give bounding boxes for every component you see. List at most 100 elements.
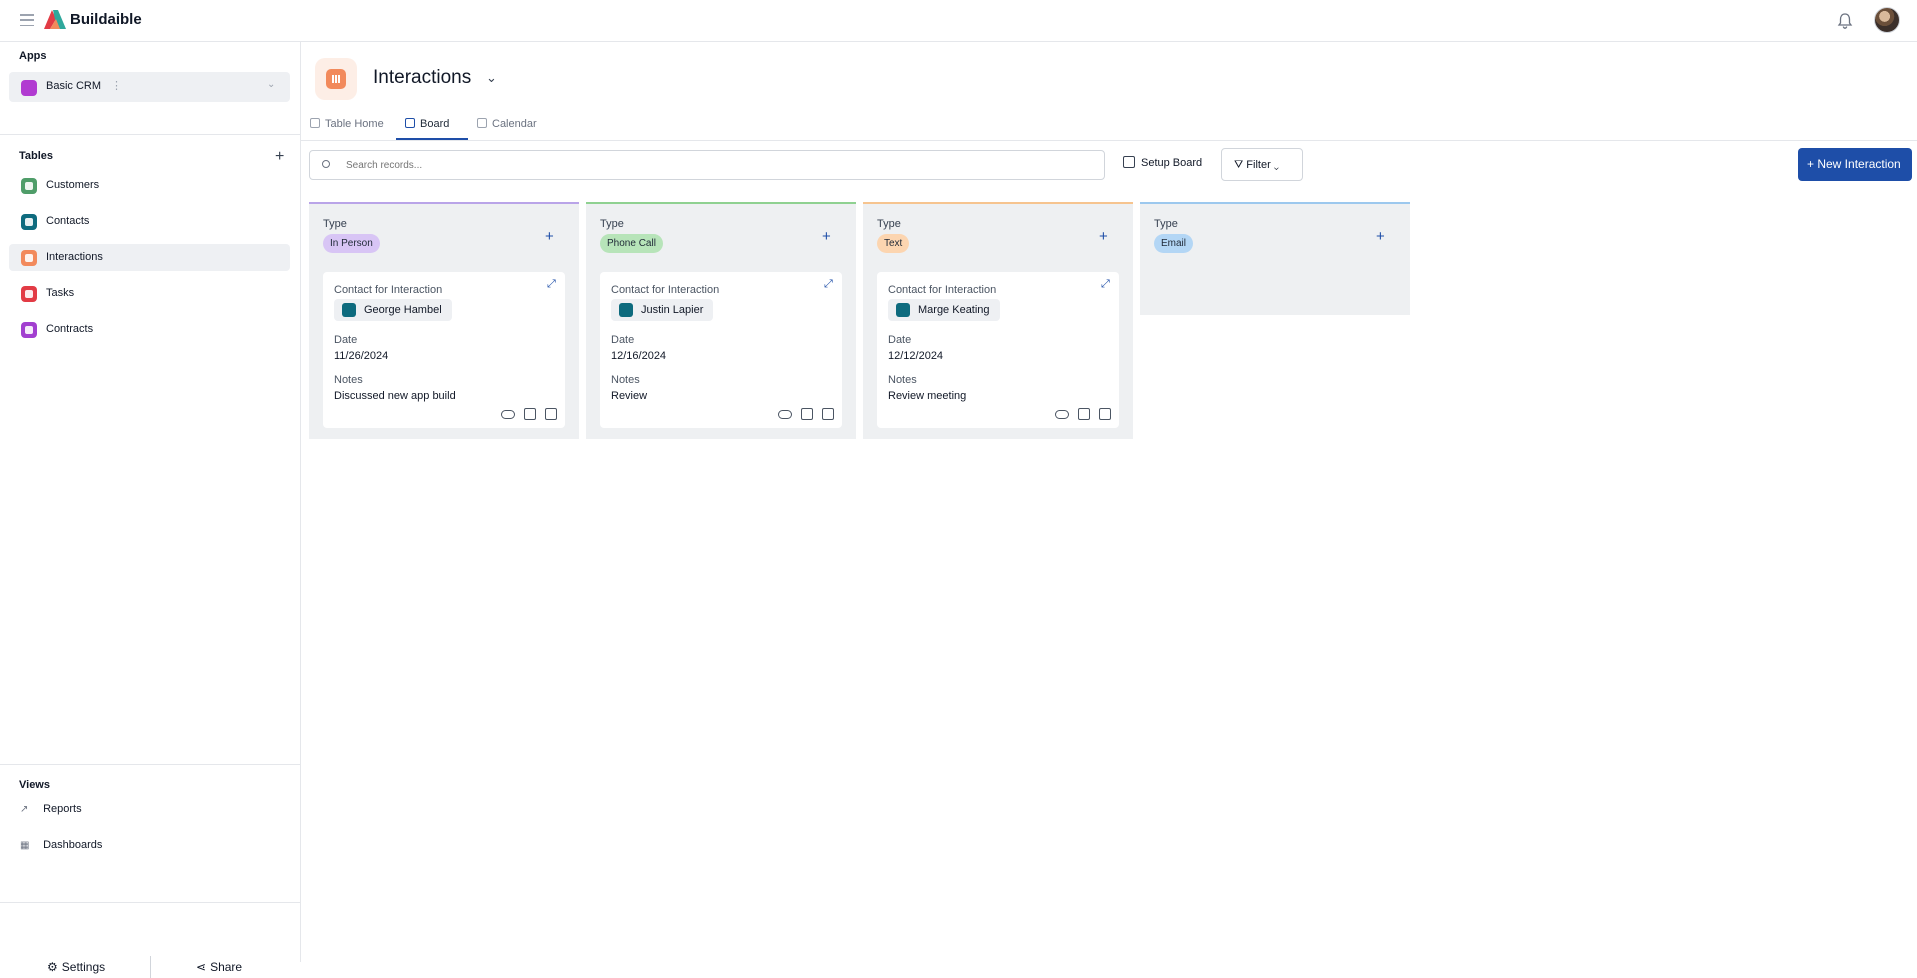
person-icon xyxy=(342,303,356,317)
notes-value: Review meeting xyxy=(888,390,967,402)
link-icon[interactable] xyxy=(1055,410,1069,419)
sidebar-item-label: Tasks xyxy=(46,287,75,299)
status-badge: Phone Call xyxy=(600,234,663,253)
edit-icon xyxy=(1123,156,1135,168)
tab-calendar[interactable]: Calendar xyxy=(477,118,537,140)
status-badge: In Person xyxy=(323,234,380,253)
field-label: Notes xyxy=(888,374,917,386)
sidebar-item-label: Reports xyxy=(43,803,82,815)
more-options-icon[interactable]: ⋮ xyxy=(111,79,122,92)
field-label: Date xyxy=(888,334,912,346)
person-icon xyxy=(896,303,910,317)
date-value: 11/26/2024 xyxy=(334,350,389,362)
column-type-label: Type xyxy=(600,218,624,230)
column-type-label: Type xyxy=(1154,218,1178,230)
menu-icon[interactable] xyxy=(20,14,34,26)
filter-label: Filter xyxy=(1246,159,1271,171)
contact-name: Justin Lapier xyxy=(641,304,704,316)
add-card-icon[interactable]: + xyxy=(545,228,554,245)
trash-icon[interactable] xyxy=(822,408,834,420)
chevron-down-icon[interactable]: ⌄ xyxy=(486,70,497,86)
board-column-email: Type Email + xyxy=(1140,202,1410,315)
board-column-in-person: Type In Person + ⤢ Contact for Interacti… xyxy=(309,202,579,439)
setup-board-button[interactable]: Setup Board xyxy=(1123,156,1202,169)
people-icon xyxy=(21,80,37,96)
sidebar-item-dashboards[interactable]: ▦ Dashboards xyxy=(20,839,102,851)
avatar[interactable] xyxy=(1874,7,1900,33)
copy-icon[interactable] xyxy=(524,408,536,420)
field-label: Date xyxy=(334,334,358,346)
chevron-down-icon[interactable]: ⌄ xyxy=(267,79,275,90)
app-selector[interactable]: Basic CRM ⋮ ⌄ xyxy=(9,72,290,102)
apps-heading: Apps xyxy=(19,50,47,62)
sidebar-item-label: Contracts xyxy=(46,323,94,335)
field-label: Notes xyxy=(611,374,640,386)
sidebar-item-contacts[interactable]: Contacts xyxy=(9,208,290,235)
board-card[interactable]: ⤢ Contact for Interaction George Hambel … xyxy=(323,272,565,428)
trash-icon[interactable] xyxy=(545,408,557,420)
link-icon[interactable] xyxy=(778,410,792,419)
sidebar-item-customers[interactable]: Customers xyxy=(9,172,290,199)
divider xyxy=(0,764,301,765)
status-badge: Email xyxy=(1154,234,1194,253)
expand-icon[interactable]: ⤢ xyxy=(547,278,556,291)
search-input[interactable] xyxy=(346,156,1086,174)
contact-chip[interactable]: Justin Lapier xyxy=(611,299,714,321)
tab-board[interactable]: Board xyxy=(405,118,449,140)
link-icon[interactable] xyxy=(501,410,515,419)
board-card[interactable]: ⤢ Contact for Interaction Justin Lapier … xyxy=(600,272,842,428)
add-table-icon[interactable]: + xyxy=(275,148,284,166)
expand-icon[interactable]: ⤢ xyxy=(824,278,833,291)
add-card-icon[interactable]: + xyxy=(1376,228,1385,245)
sidebar-item-reports[interactable]: ↗ Reports xyxy=(20,803,82,815)
tables-heading: Tables xyxy=(19,150,54,162)
sidebar-item-label: Customers xyxy=(46,179,100,191)
person-icon xyxy=(21,214,37,230)
chart-icon xyxy=(21,250,37,266)
column-type-label: Type xyxy=(877,218,901,230)
brand-name: Buildaible xyxy=(70,11,142,28)
new-interaction-button[interactable]: + New Interaction xyxy=(1798,148,1912,181)
field-label: Contact for Interaction xyxy=(334,284,443,296)
contact-chip[interactable]: Marge Keating xyxy=(888,299,1000,321)
document-icon xyxy=(21,322,37,338)
notes-value: Discussed new app build xyxy=(334,390,456,402)
settings-label: Settings xyxy=(61,960,106,974)
search-box[interactable] xyxy=(309,150,1105,180)
sidebar-item-contracts[interactable]: Contracts xyxy=(9,316,290,343)
tag-icon xyxy=(21,286,37,302)
top-bar: Buildaible xyxy=(0,0,1917,42)
contact-name: Marge Keating xyxy=(918,304,990,316)
date-value: 12/16/2024 xyxy=(611,350,667,362)
sidebar-item-label: Interactions xyxy=(46,251,103,263)
add-card-icon[interactable]: + xyxy=(1099,228,1108,245)
tab-label: Board xyxy=(420,118,450,130)
sidebar-item-interactions[interactable]: Interactions xyxy=(9,244,290,271)
board-icon xyxy=(405,118,415,128)
tab-label: Calendar xyxy=(492,118,537,130)
filter-icon: ⛛ xyxy=(1234,159,1247,171)
filter-button[interactable]: ⛛ Filter ⌄ xyxy=(1221,148,1303,181)
trash-icon[interactable] xyxy=(1099,408,1111,420)
board-column-text: Type Text + ⤢ Contact for Interaction Ma… xyxy=(863,202,1133,439)
copy-icon[interactable] xyxy=(1078,408,1090,420)
field-label: Contact for Interaction xyxy=(888,284,997,296)
expand-icon[interactable]: ⤢ xyxy=(1101,278,1110,291)
settings-button[interactable]: ⚙ Settings xyxy=(47,960,105,974)
bell-icon[interactable] xyxy=(1836,12,1854,30)
interactions-icon xyxy=(315,58,357,100)
contact-chip[interactable]: George Hambel xyxy=(334,299,452,321)
table-icon xyxy=(310,118,320,128)
sidebar-item-tasks[interactable]: Tasks xyxy=(9,280,290,307)
divider xyxy=(301,140,1917,141)
page-title: Interactions xyxy=(373,67,472,88)
share-button[interactable]: ⋖ Share xyxy=(196,960,242,974)
board-column-phone-call: Type Phone Call + ⤢ Contact for Interact… xyxy=(586,202,856,439)
tab-table-home[interactable]: Table Home xyxy=(310,118,384,140)
board-card[interactable]: ⤢ Contact for Interaction Marge Keating … xyxy=(877,272,1119,428)
copy-icon[interactable] xyxy=(801,408,813,420)
add-card-icon[interactable]: + xyxy=(822,228,831,245)
share-label: Share xyxy=(210,960,243,974)
app-name: Basic CRM xyxy=(46,80,102,92)
date-value: 12/12/2024 xyxy=(888,350,944,362)
